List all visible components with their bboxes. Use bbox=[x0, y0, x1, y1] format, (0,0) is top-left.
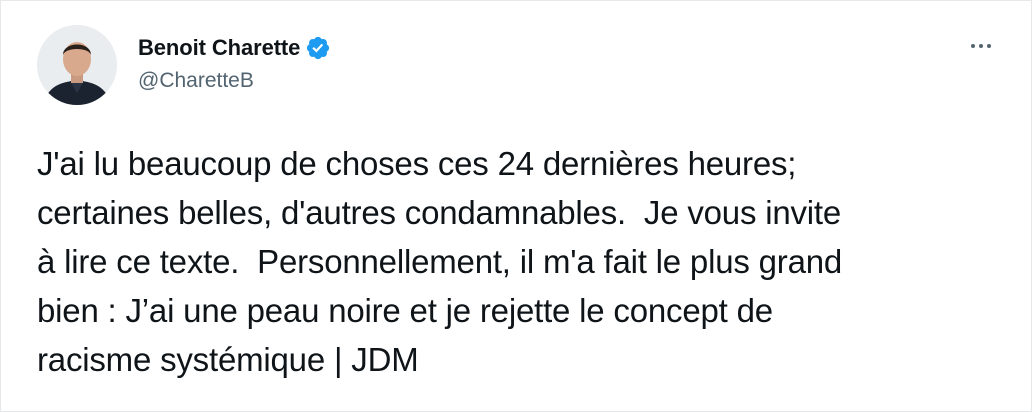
avatar[interactable] bbox=[37, 25, 117, 105]
author-name-row[interactable]: Benoit Charette bbox=[138, 33, 331, 63]
more-options-icon-dot bbox=[987, 44, 991, 48]
profile-photo-icon bbox=[37, 25, 117, 105]
more-options-button[interactable] bbox=[961, 31, 1001, 61]
tweet-card: Benoit Charette @CharetteB J'ai lu beauc… bbox=[0, 0, 1032, 412]
more-options-icon-dot bbox=[979, 44, 983, 48]
author-display-name[interactable]: Benoit Charette bbox=[138, 35, 300, 61]
verified-badge-icon bbox=[305, 35, 331, 61]
author-handle[interactable]: @CharetteB bbox=[138, 69, 254, 93]
tweet-text: J'ai lu beaucoup de choses ces 24 derniè… bbox=[37, 145, 843, 378]
more-options-icon bbox=[971, 44, 975, 48]
